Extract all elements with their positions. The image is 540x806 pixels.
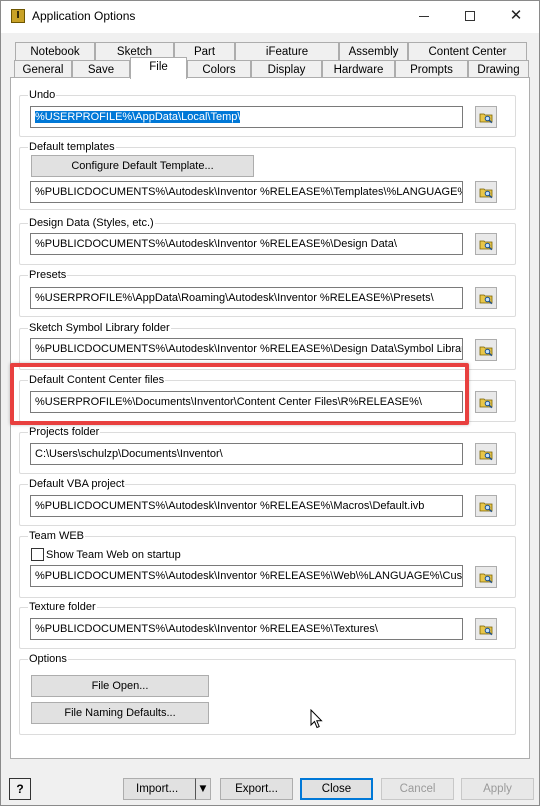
projects-path-input[interactable]: C:\Users\schulzp\Documents\Inventor\ (30, 443, 463, 465)
team-web-browse-button[interactable] (475, 566, 497, 588)
cancel-button[interactable]: Cancel (381, 778, 454, 800)
close-window-button[interactable]: ✕ (493, 1, 539, 32)
minimize-icon (419, 15, 429, 17)
vba-browse-button[interactable] (475, 495, 497, 517)
templates-path-input[interactable]: %PUBLICDOCUMENTS%\Autodesk\Inventor %REL… (30, 181, 463, 203)
folder-browse-icon (479, 625, 493, 636)
content-center-files-label: Default Content Center files (28, 374, 166, 386)
design-data-browse-button[interactable] (475, 233, 497, 255)
minimize-button[interactable] (401, 1, 447, 32)
configure-default-template-button[interactable]: Configure Default Template... (31, 155, 254, 177)
undo-browse-button[interactable] (475, 106, 497, 128)
dropdown-arrow-icon: ▼ (197, 783, 209, 795)
texture-browse-button[interactable] (475, 618, 497, 640)
maximize-button[interactable] (447, 1, 493, 32)
show-team-web-checkbox[interactable] (31, 548, 44, 561)
undo-path-value: %USERPROFILE%\AppData\Local\Temp\ (35, 111, 241, 123)
folder-browse-icon (479, 294, 493, 305)
folder-browse-icon (479, 188, 493, 199)
folder-browse-icon (479, 346, 493, 357)
team-web-label: Team WEB (28, 530, 86, 542)
show-team-web-label: Show Team Web on startup (45, 549, 182, 561)
sketch-symbol-browse-button[interactable] (475, 339, 497, 361)
mouse-pointer-icon (310, 709, 323, 729)
default-templates-label: Default templates (28, 141, 116, 153)
presets-browse-button[interactable] (475, 287, 497, 309)
content-center-path-input[interactable]: %USERPROFILE%\Documents\Inventor\Content… (30, 391, 463, 413)
file-open-options-button[interactable]: File Open... (31, 675, 209, 697)
design-data-path-input[interactable]: %PUBLICDOCUMENTS%\Autodesk\Inventor %REL… (30, 233, 463, 255)
apply-button[interactable]: Apply (461, 778, 534, 800)
export-button[interactable]: Export... (220, 778, 293, 800)
tab-content-center[interactable]: Content Center (408, 42, 527, 61)
inventor-app-icon: I (11, 9, 25, 23)
application-options-window: I Application Options ✕ Notebook Sketch … (0, 0, 540, 806)
presets-path-input[interactable]: %USERPROFILE%\AppData\Roaming\Autodesk\I… (30, 287, 463, 309)
sketch-symbol-path-input[interactable]: %PUBLICDOCUMENTS%\Autodesk\Inventor %REL… (30, 338, 463, 360)
folder-browse-icon (479, 502, 493, 513)
texture-path-input[interactable]: %PUBLICDOCUMENTS%\Autodesk\Inventor %REL… (30, 618, 463, 640)
projects-folder-label: Projects folder (28, 426, 101, 438)
tab-notebook[interactable]: Notebook (15, 42, 95, 61)
design-data-label: Design Data (Styles, etc.) (28, 217, 155, 229)
close-button[interactable]: Close (300, 778, 373, 800)
sketch-symbol-library-label: Sketch Symbol Library folder (28, 322, 171, 334)
tab-file[interactable]: File (130, 57, 187, 79)
folder-browse-icon (479, 240, 493, 251)
options-label: Options (28, 653, 68, 665)
help-button[interactable]: ? (9, 778, 31, 800)
window-title: Application Options (32, 9, 136, 23)
texture-folder-label: Texture folder (28, 601, 97, 613)
tab-assembly[interactable]: Assembly (339, 42, 408, 61)
tab-ifeature[interactable]: iFeature (235, 42, 339, 61)
close-icon: ✕ (509, 7, 523, 24)
undo-label: Undo (28, 89, 57, 101)
maximize-icon (465, 11, 475, 22)
vba-path-input[interactable]: %PUBLICDOCUMENTS%\Autodesk\Inventor %REL… (30, 495, 463, 517)
templates-browse-button[interactable] (475, 181, 497, 203)
file-naming-defaults-button[interactable]: File Naming Defaults... (31, 702, 209, 724)
import-dropdown-arrow[interactable]: ▼ (195, 778, 211, 800)
title-bar: I Application Options ✕ (1, 1, 539, 33)
content-center-browse-button[interactable] (475, 391, 497, 413)
team-web-path-input[interactable]: %PUBLICDOCUMENTS%\Autodesk\Inventor %REL… (30, 565, 463, 587)
folder-browse-icon (479, 573, 493, 584)
import-button-label: Import... (136, 783, 179, 795)
projects-browse-button[interactable] (475, 443, 497, 465)
undo-path-input[interactable]: %USERPROFILE%\AppData\Local\Temp\ (30, 106, 463, 128)
vba-project-label: Default VBA project (28, 478, 126, 490)
folder-browse-icon (479, 398, 493, 409)
folder-browse-icon (479, 450, 493, 461)
presets-label: Presets (28, 269, 68, 281)
folder-browse-icon (479, 113, 493, 124)
file-tab-panel: Undo %USERPROFILE%\AppData\Local\Temp\ D… (10, 77, 530, 759)
